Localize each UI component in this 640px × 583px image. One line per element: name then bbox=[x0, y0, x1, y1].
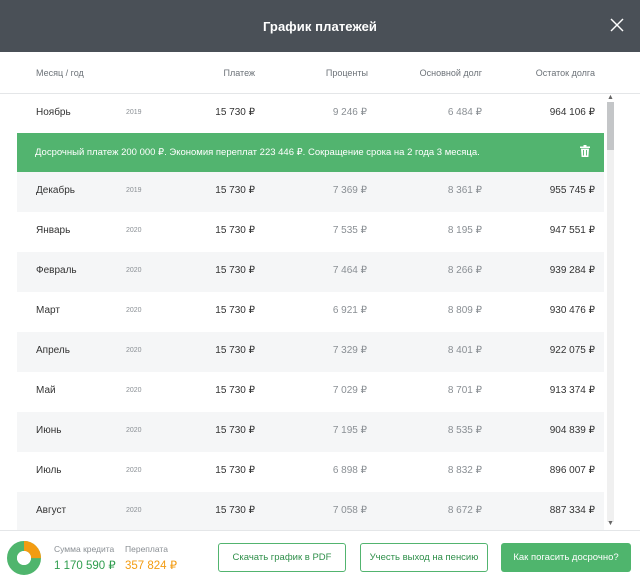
row-balance: 964 106 ₽ bbox=[549, 107, 595, 118]
scroll-up-icon[interactable]: ▲ bbox=[607, 94, 614, 102]
row-principal: 8 535 ₽ bbox=[447, 425, 482, 436]
scrollbar-track[interactable] bbox=[607, 102, 614, 522]
row-month: Апрель bbox=[36, 345, 70, 356]
row-interest: 7 029 ₽ bbox=[332, 385, 367, 396]
row-year: 2020 bbox=[126, 267, 142, 274]
overpayment-value: 357 824 ₽ bbox=[125, 560, 178, 572]
row-year: 2020 bbox=[126, 227, 142, 234]
loan-amount: Сумма кредита 1 170 590 ₽ bbox=[54, 544, 116, 572]
row-balance: 955 745 ₽ bbox=[549, 185, 595, 196]
table-row: Апрель 2020 15 730 ₽ 7 329 ₽ 8 401 ₽ 922… bbox=[17, 332, 604, 372]
row-interest: 7 195 ₽ bbox=[332, 425, 367, 436]
row-interest: 7 464 ₽ bbox=[332, 265, 367, 276]
scrollbar-thumb[interactable] bbox=[607, 102, 614, 150]
row-year: 2020 bbox=[126, 347, 142, 354]
row-month: Август bbox=[36, 505, 67, 516]
row-payment: 15 730 ₽ bbox=[215, 305, 255, 316]
scroll-down-icon[interactable]: ▼ bbox=[607, 520, 614, 528]
close-icon[interactable] bbox=[610, 18, 624, 32]
row-year: 2020 bbox=[126, 507, 142, 514]
row-payment: 15 730 ₽ bbox=[215, 385, 255, 396]
row-payment: 15 730 ₽ bbox=[215, 107, 255, 118]
row-balance: 930 476 ₽ bbox=[549, 305, 595, 316]
row-month: Февраль bbox=[36, 265, 77, 276]
row-year: 2020 bbox=[126, 387, 142, 394]
column-payment: Платеж bbox=[223, 68, 255, 78]
row-balance: 913 374 ₽ bbox=[549, 385, 595, 396]
table-row: Январь 2020 15 730 ₽ 7 535 ₽ 8 195 ₽ 947… bbox=[17, 212, 604, 252]
row-principal: 8 672 ₽ bbox=[447, 505, 482, 516]
row-payment: 15 730 ₽ bbox=[215, 265, 255, 276]
table-header: Месяц / год Платеж Проценты Основной дол… bbox=[0, 52, 640, 94]
row-principal: 6 484 ₽ bbox=[447, 107, 482, 118]
early-repay-button[interactable]: Как погасить досрочно? bbox=[501, 543, 631, 572]
row-month: Ноябрь bbox=[36, 107, 71, 118]
row-principal: 8 809 ₽ bbox=[447, 305, 482, 316]
row-interest: 7 369 ₽ bbox=[332, 185, 367, 196]
column-principal: Основной долг bbox=[419, 68, 482, 78]
row-year: 2020 bbox=[126, 467, 142, 474]
row-principal: 8 195 ₽ bbox=[447, 225, 482, 236]
row-interest: 6 898 ₽ bbox=[332, 465, 367, 476]
row-payment: 15 730 ₽ bbox=[215, 505, 255, 516]
loan-amount-value: 1 170 590 ₽ bbox=[54, 560, 116, 572]
row-principal: 8 266 ₽ bbox=[447, 265, 482, 276]
row-principal: 8 401 ₽ bbox=[447, 345, 482, 356]
early-payment-text: Досрочный платеж 200 000 ₽. Экономия пер… bbox=[35, 147, 480, 158]
table-row: Июнь 2020 15 730 ₽ 7 195 ₽ 8 535 ₽ 904 8… bbox=[17, 412, 604, 452]
loan-amount-label: Сумма кредита bbox=[54, 544, 115, 554]
row-payment: 15 730 ₽ bbox=[215, 185, 255, 196]
table-scrollbar[interactable]: ▲ ▼ bbox=[605, 94, 615, 530]
row-interest: 7 329 ₽ bbox=[332, 345, 367, 356]
trash-icon[interactable] bbox=[580, 145, 590, 157]
row-interest: 6 921 ₽ bbox=[332, 305, 367, 316]
table-row: Июль 2020 15 730 ₽ 6 898 ₽ 8 832 ₽ 896 0… bbox=[17, 452, 604, 492]
row-payment: 15 730 ₽ bbox=[215, 465, 255, 476]
modal-title: График платежей bbox=[262, 18, 378, 34]
table-row: Декабрь 2019 15 730 ₽ 7 369 ₽ 8 361 ₽ 95… bbox=[17, 172, 604, 212]
row-balance: 939 284 ₽ bbox=[549, 265, 595, 276]
row-interest: 9 246 ₽ bbox=[332, 107, 367, 118]
table-row: Август 2020 15 730 ₽ 7 058 ₽ 8 672 ₽ 887… bbox=[17, 492, 604, 530]
column-balance: Остаток долга bbox=[535, 68, 595, 78]
summary-footer: Сумма кредита 1 170 590 ₽ Переплата 357 … bbox=[0, 530, 640, 583]
row-year: 2019 bbox=[126, 109, 142, 116]
table-row: Ноябрь 2019 15 730 ₽ 9 246 ₽ 6 484 ₽ 964… bbox=[17, 94, 604, 134]
pie-chart-icon bbox=[7, 541, 41, 575]
column-month-year: Месяц / год bbox=[36, 68, 84, 78]
overpayment-label: Переплата bbox=[125, 544, 168, 554]
row-payment: 15 730 ₽ bbox=[215, 225, 255, 236]
row-balance: 947 551 ₽ bbox=[549, 225, 595, 236]
table-row: Май 2020 15 730 ₽ 7 029 ₽ 8 701 ₽ 913 37… bbox=[17, 372, 604, 412]
modal-header: График платежей bbox=[0, 0, 640, 52]
row-principal: 8 701 ₽ bbox=[447, 385, 482, 396]
row-payment: 15 730 ₽ bbox=[215, 425, 255, 436]
row-interest: 7 058 ₽ bbox=[332, 505, 367, 516]
column-interest: Проценты bbox=[325, 68, 368, 78]
row-month: Январь bbox=[36, 225, 71, 236]
row-year: 2020 bbox=[126, 307, 142, 314]
row-interest: 7 535 ₽ bbox=[332, 225, 367, 236]
download-pdf-button[interactable]: Скачать график в PDF bbox=[218, 543, 346, 572]
overpayment: Переплата 357 824 ₽ bbox=[125, 544, 177, 572]
pension-button[interactable]: Учесть выход на пенсию bbox=[360, 543, 488, 572]
row-balance: 922 075 ₽ bbox=[549, 345, 595, 356]
row-month: Июнь bbox=[36, 425, 62, 436]
row-year: 2019 bbox=[126, 187, 142, 194]
row-year: 2020 bbox=[126, 427, 142, 434]
row-month: Май bbox=[36, 385, 56, 396]
row-month: Декабрь bbox=[36, 185, 75, 196]
row-payment: 15 730 ₽ bbox=[215, 345, 255, 356]
row-month: Июль bbox=[36, 465, 62, 476]
table-row: Февраль 2020 15 730 ₽ 7 464 ₽ 8 266 ₽ 93… bbox=[17, 252, 604, 292]
row-balance: 896 007 ₽ bbox=[549, 465, 595, 476]
row-month: Март bbox=[36, 305, 60, 316]
early-payment-banner: Досрочный платеж 200 000 ₽. Экономия пер… bbox=[17, 133, 604, 172]
table-row: Март 2020 15 730 ₽ 6 921 ₽ 8 809 ₽ 930 4… bbox=[17, 292, 604, 332]
row-balance: 904 839 ₽ bbox=[549, 425, 595, 436]
row-balance: 887 334 ₽ bbox=[549, 505, 595, 516]
row-principal: 8 361 ₽ bbox=[447, 185, 482, 196]
row-principal: 8 832 ₽ bbox=[447, 465, 482, 476]
